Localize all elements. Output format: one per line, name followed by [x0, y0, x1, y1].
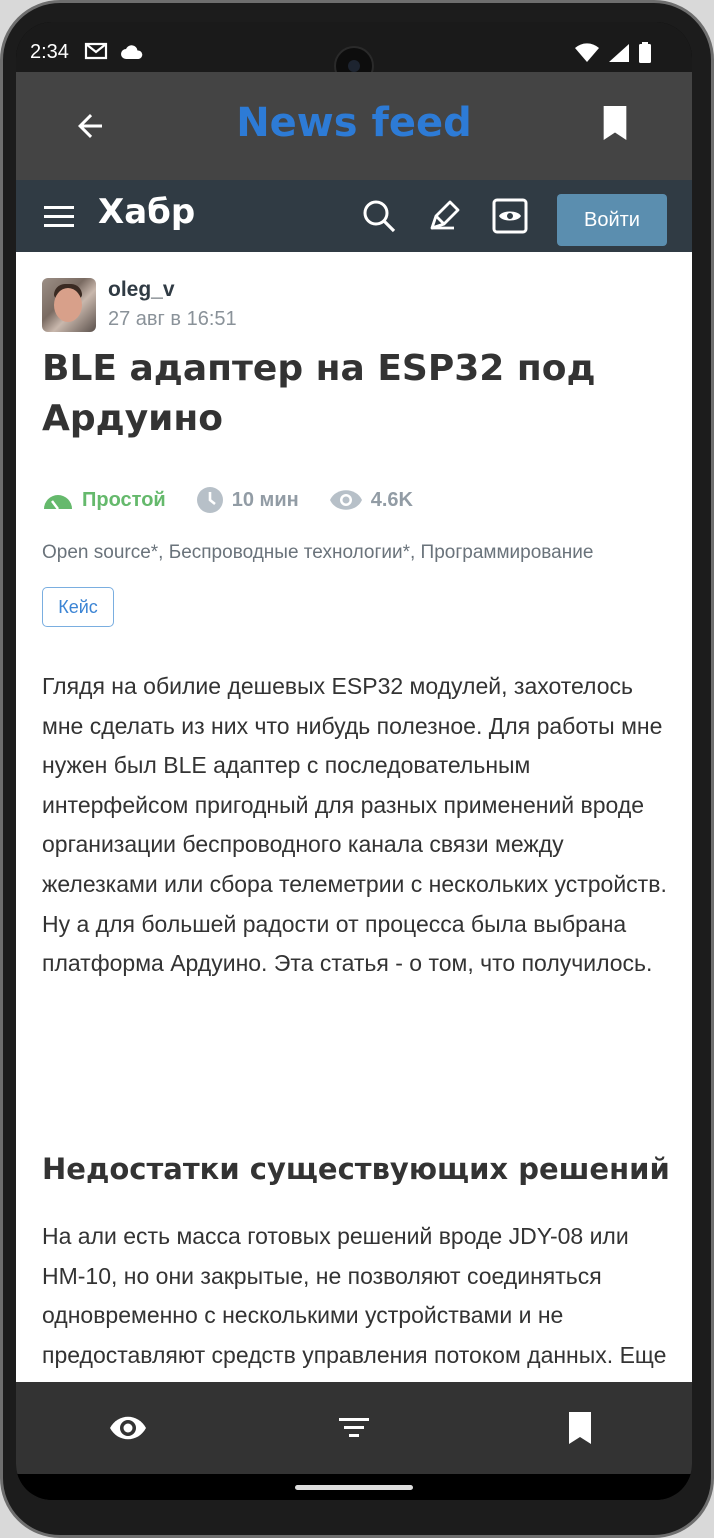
- article-paragraph: Глядя на обилие дешевых ESP32 модулей, з…: [42, 673, 667, 977]
- nav-filter-button[interactable]: [334, 1410, 374, 1446]
- author-avatar[interactable]: [42, 278, 96, 332]
- views-label: 4.6K: [370, 488, 413, 511]
- bookmark-icon: [569, 1412, 591, 1444]
- hubs-list[interactable]: Open source*, Беспроводные технологии*, …: [42, 542, 672, 564]
- nav-read-button[interactable]: [108, 1410, 148, 1446]
- section-heading: Недостатки существующих решений: [42, 1152, 670, 1186]
- screen: 2:34 News feed Хабр Войти oleg_v 27 авг …: [16, 22, 692, 1500]
- battery-icon: [638, 42, 652, 69]
- author-name[interactable]: oleg_v: [108, 278, 175, 302]
- views-eye-icon: [329, 490, 362, 510]
- habr-logo[interactable]: Хабр: [98, 192, 195, 232]
- reading-time-label: 10 мин: [231, 488, 299, 511]
- gmail-icon: [84, 42, 108, 65]
- status-time: 2:34: [30, 41, 69, 63]
- clock-icon: [196, 487, 223, 513]
- wifi-icon: [574, 43, 600, 68]
- post-date: 27 авг в 16:51: [108, 308, 237, 330]
- bottom-navigation: [16, 1382, 692, 1474]
- home-gesture-handle[interactable]: [295, 1485, 413, 1490]
- signal-icon: [608, 43, 630, 68]
- bookmark-button[interactable]: [600, 106, 636, 146]
- post-title: BLE адаптер на ESP32 под Ардуино: [42, 348, 596, 439]
- article-content: oleg_v 27 авг в 16:51 BLE адаптер на ESP…: [16, 252, 692, 1382]
- app-title: News feed: [236, 100, 472, 146]
- status-bar: 2:34: [16, 22, 692, 86]
- complexity-badge: Простой: [42, 489, 166, 512]
- nav-bookmarks-button[interactable]: [560, 1410, 600, 1446]
- article-paragraph: На али есть масса готовых решений вроде …: [42, 1223, 667, 1382]
- app-bar: News feed: [16, 72, 692, 180]
- eye-icon: [110, 1416, 146, 1440]
- case-badge[interactable]: Кейс: [42, 587, 114, 627]
- cloud-icon: [120, 44, 144, 65]
- complexity-icon: [44, 495, 72, 510]
- search-button[interactable]: [361, 198, 397, 234]
- menu-button[interactable]: [42, 200, 76, 232]
- eye-icon: [492, 198, 528, 234]
- complexity-label: Простой: [82, 488, 166, 511]
- bookmark-icon: [603, 106, 627, 140]
- filter-icon: [339, 1418, 369, 1437]
- habr-header: Хабр Войти: [16, 180, 692, 252]
- reading-mode-button[interactable]: [492, 198, 528, 234]
- hamburger-menu-icon: [44, 206, 74, 227]
- login-button[interactable]: Войти: [557, 194, 667, 246]
- gesture-bar: [16, 1474, 692, 1500]
- write-post-button[interactable]: [426, 198, 462, 234]
- reading-time: 10 мин: [196, 486, 299, 514]
- pen-icon: [430, 200, 460, 230]
- views-count: 4.6K: [329, 488, 413, 512]
- search-icon: [363, 200, 396, 233]
- post-meta: Простой 10 мин 4.6K: [42, 484, 443, 516]
